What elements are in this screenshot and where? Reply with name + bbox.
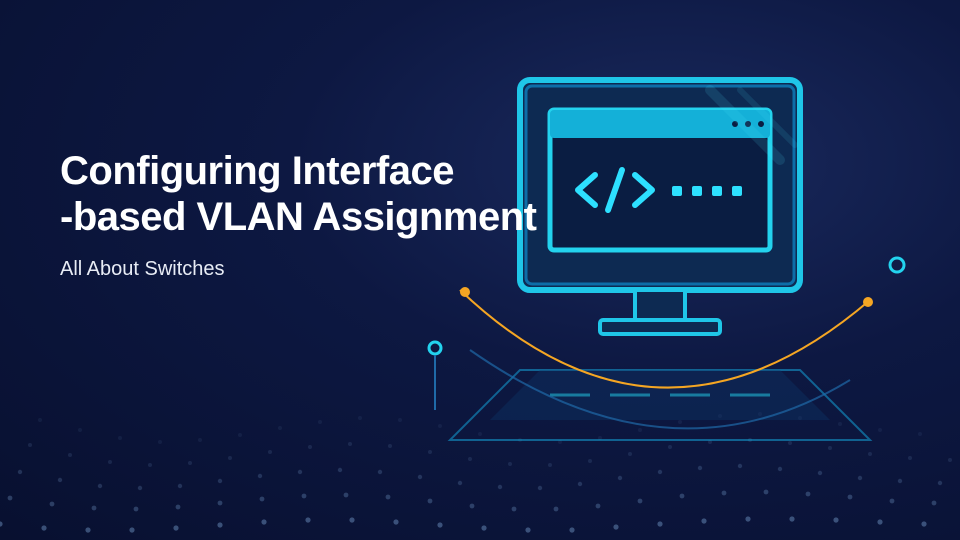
- hero-text-block: Configuring Interface -based VLAN Assign…: [60, 148, 536, 281]
- page-subtitle: All About Switches: [60, 258, 536, 281]
- title-line-1: Configuring Interface: [60, 149, 454, 193]
- page-title: Configuring Interface -based VLAN Assign…: [60, 148, 536, 240]
- title-line-2: -based VLAN Assignment: [60, 195, 536, 239]
- code-window-icon: [550, 110, 770, 250]
- platform-base: [450, 370, 870, 440]
